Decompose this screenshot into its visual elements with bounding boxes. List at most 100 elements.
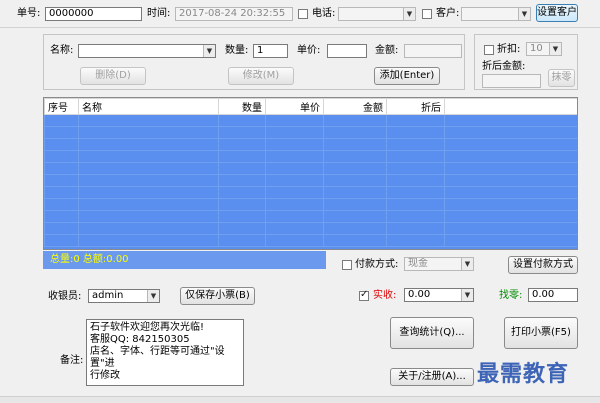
chevron-down-icon[interactable]: ▼ [518, 8, 530, 20]
table-cell[interactable] [386, 138, 445, 151]
table-cell[interactable] [78, 126, 219, 139]
table-cell[interactable] [78, 114, 219, 127]
price-field[interactable] [327, 44, 367, 58]
table-cell[interactable] [444, 222, 577, 235]
after-discount-field[interactable] [482, 74, 541, 88]
actual-checkbox[interactable] [359, 289, 369, 301]
table-cell[interactable] [444, 138, 577, 151]
chevron-down-icon[interactable]: ▼ [549, 43, 561, 55]
table-cell[interactable] [78, 210, 219, 223]
cashier-combo[interactable]: admin ▼ [88, 289, 160, 303]
col-header-amount[interactable]: 金额 [323, 98, 387, 115]
table-cell[interactable] [218, 138, 266, 151]
discount-combo[interactable]: 10 ▼ [526, 42, 562, 56]
col-header-qty[interactable]: 数量 [218, 98, 266, 115]
table-row[interactable] [44, 162, 577, 175]
print-receipt-button[interactable]: 打印小票(F5) [504, 317, 578, 349]
table-cell[interactable] [78, 198, 219, 211]
table-row[interactable] [44, 234, 577, 247]
chevron-down-icon[interactable]: ▼ [403, 8, 415, 20]
table-cell[interactable] [218, 198, 266, 211]
table-cell[interactable] [265, 114, 324, 127]
table-cell[interactable] [265, 162, 324, 175]
table-cell[interactable] [44, 222, 79, 235]
table-cell[interactable] [323, 150, 387, 163]
table-cell[interactable] [386, 186, 445, 199]
query-stats-button[interactable]: 查询统计(Q)... [390, 317, 474, 349]
payment-checkbox[interactable] [342, 260, 352, 270]
modify-button[interactable]: 修改(M) [228, 67, 294, 85]
table-cell[interactable] [78, 138, 219, 151]
clear-fraction-button[interactable]: 抹零 [548, 69, 575, 87]
table-cell[interactable] [386, 174, 445, 187]
col-header-price[interactable]: 单价 [265, 98, 324, 115]
amount-field[interactable] [404, 44, 462, 58]
table-row[interactable] [44, 150, 577, 163]
table-cell[interactable] [323, 210, 387, 223]
table-cell[interactable] [444, 210, 577, 223]
table-cell[interactable] [218, 234, 266, 247]
qty-field[interactable]: 1 [253, 44, 288, 58]
table-cell[interactable] [444, 150, 577, 163]
name-combo[interactable]: ▼ [78, 44, 216, 58]
table-cell[interactable] [78, 150, 219, 163]
order-no-field[interactable]: 0000000 [45, 7, 142, 21]
table-cell[interactable] [265, 210, 324, 223]
discount-checkbox[interactable] [484, 45, 494, 55]
table-cell[interactable] [44, 174, 79, 187]
chevron-down-icon[interactable]: ▼ [147, 290, 159, 302]
col-header-name[interactable]: 名称 [78, 98, 219, 115]
table-cell[interactable] [386, 234, 445, 247]
set-customer-button[interactable]: 设置客户 [536, 4, 578, 22]
table-cell[interactable] [218, 210, 266, 223]
save-receipt-only-button[interactable]: 仅保存小票(B) [180, 287, 255, 305]
delete-button[interactable]: 删除(D) [80, 67, 146, 85]
table-cell[interactable] [444, 186, 577, 199]
table-cell[interactable] [386, 150, 445, 163]
table-cell[interactable] [386, 210, 445, 223]
chevron-down-icon[interactable]: ▼ [461, 289, 473, 301]
table-cell[interactable] [78, 222, 219, 235]
table-cell[interactable] [323, 174, 387, 187]
table-cell[interactable] [323, 198, 387, 211]
change-field[interactable]: 0.00 [528, 288, 578, 302]
table-cell[interactable] [444, 114, 577, 127]
chevron-down-icon[interactable]: ▼ [461, 258, 473, 270]
table-row[interactable] [44, 186, 577, 199]
note-textarea[interactable]: 石子软件欢迎您再次光临! 客服QQ: 842150305 店名、字体、行距等可通… [86, 319, 244, 386]
table-cell[interactable] [386, 126, 445, 139]
col-header-after[interactable]: 折后 [386, 98, 445, 115]
chevron-down-icon[interactable]: ▼ [203, 45, 215, 57]
table-row[interactable] [44, 126, 577, 139]
table-cell[interactable] [44, 210, 79, 223]
time-field[interactable]: 2017-08-24 20:32:55 [175, 7, 293, 21]
table-cell[interactable] [218, 222, 266, 235]
table-cell[interactable] [444, 162, 577, 175]
table-cell[interactable] [44, 234, 79, 247]
table-row[interactable] [44, 210, 577, 223]
table-cell[interactable] [386, 114, 445, 127]
table-cell[interactable] [218, 126, 266, 139]
table-cell[interactable] [78, 186, 219, 199]
table-cell[interactable] [265, 186, 324, 199]
table-cell[interactable] [323, 162, 387, 175]
table-cell[interactable] [444, 126, 577, 139]
table-row[interactable] [44, 138, 577, 151]
table-cell[interactable] [265, 126, 324, 139]
table-cell[interactable] [386, 222, 445, 235]
table-cell[interactable] [265, 198, 324, 211]
table-cell[interactable] [265, 150, 324, 163]
table-row[interactable] [44, 222, 577, 235]
table-cell[interactable] [323, 234, 387, 247]
table-cell[interactable] [44, 162, 79, 175]
table-cell[interactable] [44, 126, 79, 139]
table-cell[interactable] [323, 126, 387, 139]
payment-combo[interactable]: 现金 ▼ [404, 257, 474, 271]
add-button[interactable]: 添加(Enter) [374, 67, 440, 85]
customer-combo[interactable]: ▼ [461, 7, 531, 21]
table-cell[interactable] [44, 186, 79, 199]
table-cell[interactable] [78, 174, 219, 187]
table-row[interactable] [44, 174, 577, 187]
actual-combo[interactable]: 0.00 ▼ [404, 288, 474, 302]
table-cell[interactable] [218, 150, 266, 163]
